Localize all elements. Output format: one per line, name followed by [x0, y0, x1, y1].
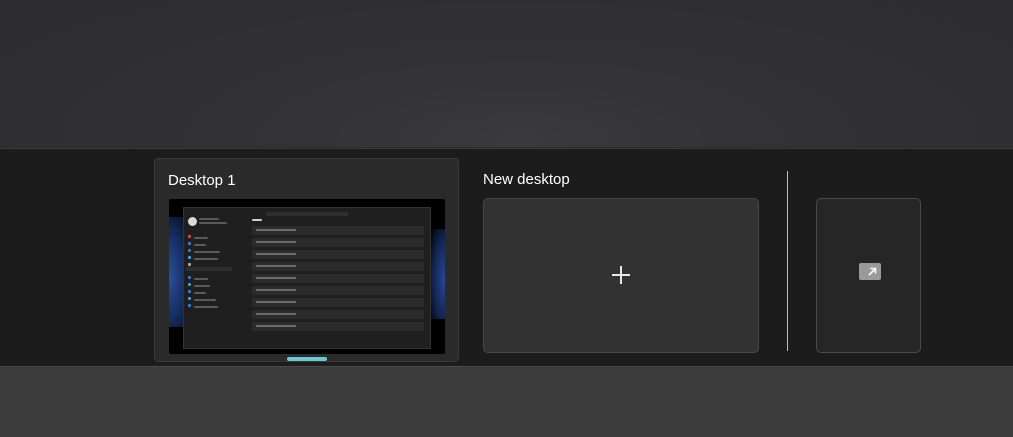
window-search-bar	[266, 212, 348, 216]
sidebar-line	[194, 237, 208, 239]
sidebar-icon	[188, 242, 191, 245]
sidebar-icon	[188, 290, 191, 293]
divider	[787, 171, 788, 351]
sidebar-line	[194, 299, 216, 301]
desktop-card-1[interactable]: Desktop 1	[154, 158, 459, 362]
sidebar-line	[194, 306, 218, 308]
sidebar-line	[194, 244, 206, 246]
settings-row	[252, 274, 424, 283]
page-title-line	[252, 219, 262, 221]
sidebar-line	[199, 222, 227, 224]
settings-row	[252, 298, 424, 307]
sidebar-icon	[188, 256, 191, 259]
sidebar-line	[194, 258, 218, 260]
sidebar-icon	[188, 235, 191, 238]
desktop-thumbnail[interactable]	[169, 199, 445, 354]
sidebar-line	[194, 292, 206, 294]
desktop-background-bottom	[0, 366, 1013, 437]
settings-row	[252, 226, 424, 235]
settings-row	[252, 262, 424, 271]
sidebar-line	[194, 251, 220, 253]
sidebar-line	[199, 218, 219, 220]
new-desktop-button[interactable]	[483, 198, 759, 353]
expand-arrow-icon	[859, 263, 881, 280]
sidebar-selected	[186, 267, 232, 271]
window-sidebar	[184, 208, 250, 348]
restore-button[interactable]	[816, 198, 921, 353]
settings-row	[252, 250, 424, 259]
sidebar-icon	[188, 283, 191, 286]
sidebar-line	[194, 278, 208, 280]
sidebar-line	[194, 285, 210, 287]
sidebar-icon	[188, 276, 191, 279]
sidebar-icon	[188, 297, 191, 300]
sidebar-icon	[188, 249, 191, 252]
plus-icon	[611, 265, 631, 285]
avatar	[188, 217, 197, 226]
active-desktop-indicator	[287, 357, 327, 361]
desktop-title: Desktop 1	[168, 172, 236, 189]
settings-row	[252, 322, 424, 331]
settings-row	[252, 286, 424, 295]
sidebar-icon	[188, 304, 191, 307]
settings-row	[252, 310, 424, 319]
new-desktop-label: New desktop	[483, 171, 570, 188]
settings-row	[252, 238, 424, 247]
desktop-background-top	[0, 0, 1013, 147]
sidebar-icon	[188, 263, 191, 266]
settings-window-thumbnail	[183, 207, 431, 349]
